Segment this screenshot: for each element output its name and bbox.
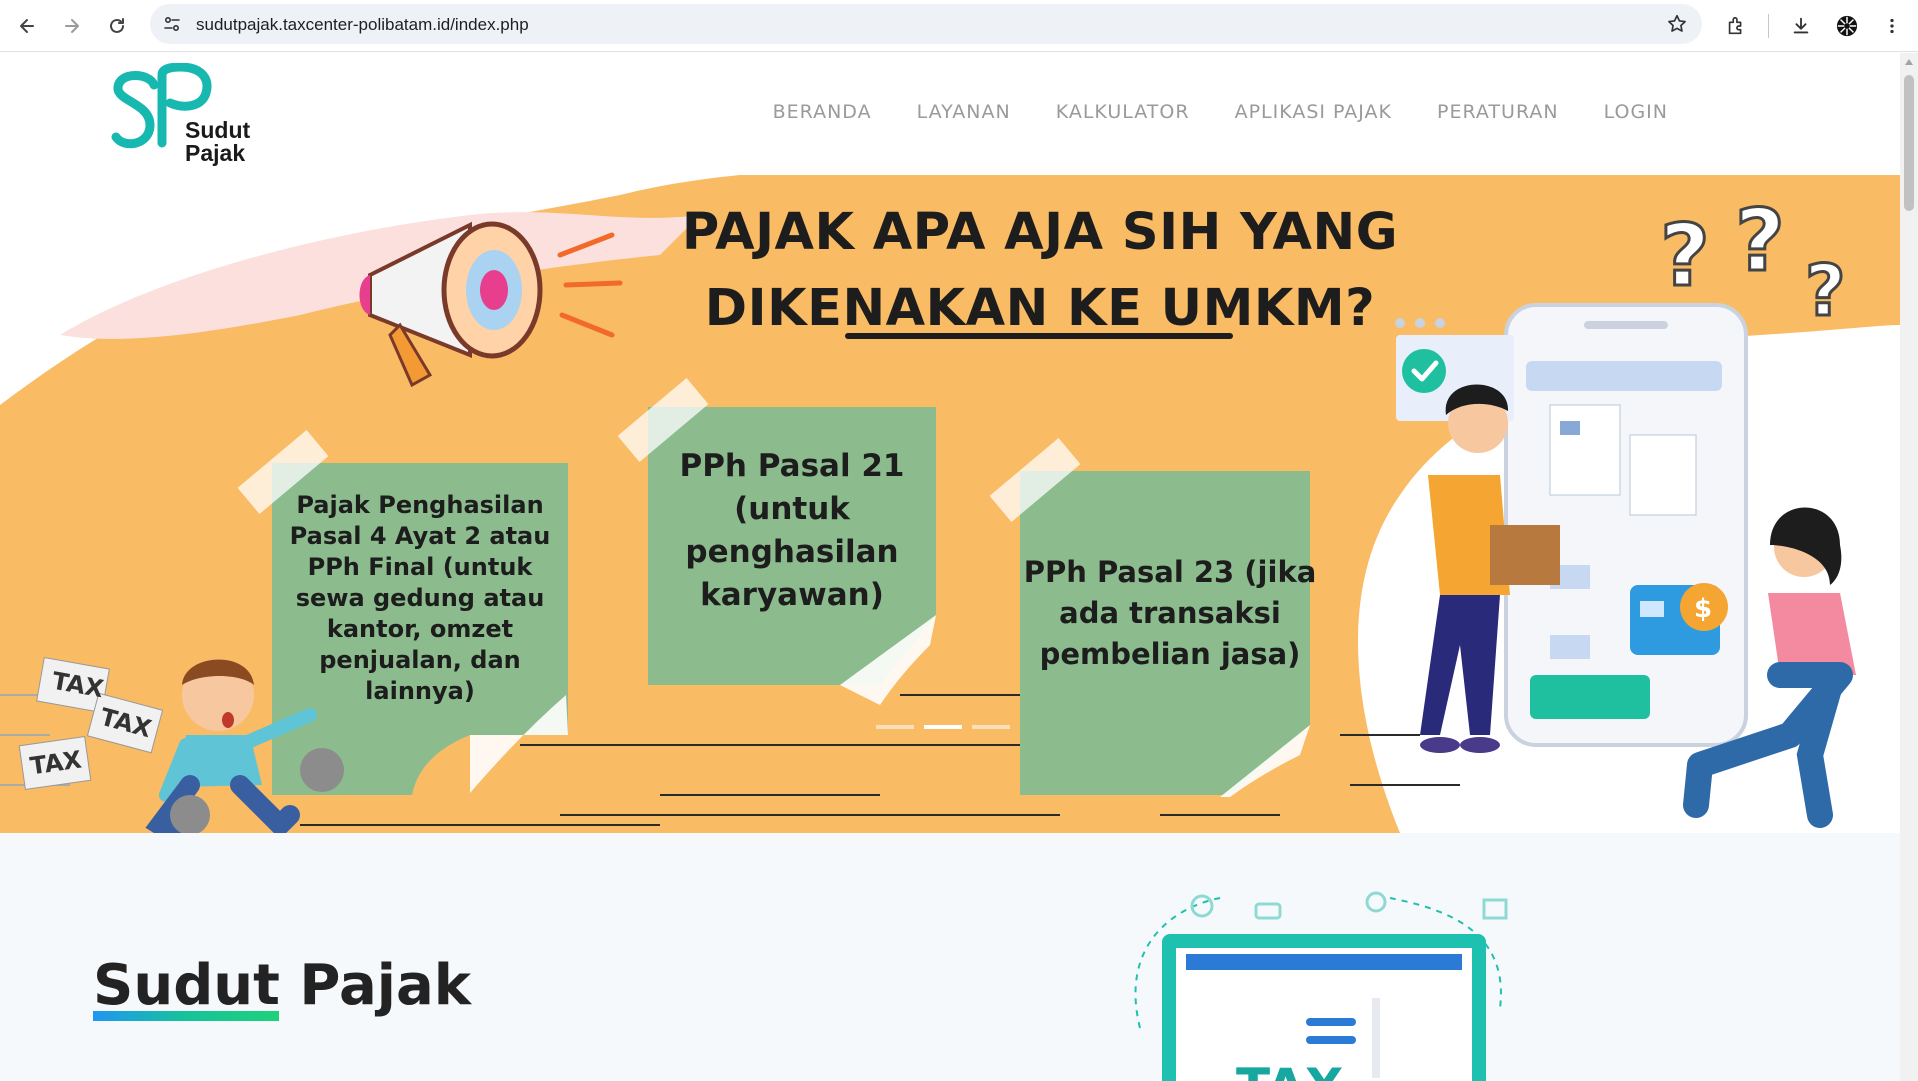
site-header: SP Sudut Pajak BERANDA LAYANAN KALKULATO… — [0, 53, 1900, 175]
extensions-icon[interactable] — [1720, 10, 1752, 42]
hero-title: PAJAK APA AJA SIH YANG DIKENAKAN KE UMKM… — [640, 195, 1440, 347]
svg-text:?: ? — [1735, 191, 1785, 291]
bookmark-star-icon[interactable] — [1666, 13, 1688, 35]
page-scrollbar[interactable] — [1900, 53, 1918, 1081]
browser-toolbar: sudutpajak.taxcenter-polibatam.id/index.… — [0, 0, 1918, 52]
download-icon[interactable] — [1785, 10, 1817, 42]
nav-kalkulator[interactable]: KALKULATOR — [1056, 101, 1190, 123]
main-nav: BERANDA LAYANAN KALKULATOR APLIKASI PAJA… — [773, 101, 1668, 123]
carousel-indicator-2[interactable] — [924, 725, 962, 729]
nav-login[interactable]: LOGIN — [1604, 101, 1668, 123]
more-menu-icon[interactable] — [1876, 10, 1908, 42]
tax-laptop-illustration — [1134, 891, 1508, 1081]
page-viewport: SP Sudut Pajak BERANDA LAYANAN KALKULATO… — [0, 53, 1900, 1081]
logo-line-2: Pajak — [185, 140, 246, 166]
about-section: Sudut Pajak TAX — [0, 833, 1900, 1081]
note-pph-23: PPh Pasal 23 (jika ada transaksi pembeli… — [1023, 554, 1317, 671]
hero-title-line-1: PAJAK APA AJA SIH YANG — [681, 203, 1399, 262]
about-title: Sudut Pajak — [93, 953, 471, 1018]
profile-avatar-icon[interactable] — [1831, 10, 1863, 42]
reload-icon[interactable] — [100, 9, 134, 43]
svg-text:$: $ — [1694, 594, 1712, 624]
site-info-icon[interactable] — [160, 12, 184, 36]
hero-title-underline — [845, 333, 1233, 339]
tax-screen-text: TAX — [1236, 1058, 1343, 1081]
toolbar-separator — [1768, 14, 1769, 38]
hero-carousel[interactable]: ? ? ? $ PAJAK APA AJA SIH YANG DIKENAKAN… — [0, 175, 1900, 833]
address-bar[interactable]: sudutpajak.taxcenter-polibatam.id/index.… — [150, 4, 1702, 44]
logo-wordmark: Sudut Pajak — [185, 119, 250, 165]
back-icon[interactable] — [10, 9, 44, 43]
logo-line-1: Sudut — [185, 117, 251, 143]
forward-icon[interactable] — [55, 9, 89, 43]
nav-peraturan[interactable]: PERATURAN — [1437, 101, 1559, 123]
url-text[interactable]: sudutpajak.taxcenter-polibatam.id/index.… — [196, 15, 529, 35]
scroll-up-arrow[interactable] — [1905, 59, 1913, 65]
note-pph-21: PPh Pasal 21 (untuk penghasilan karyawan… — [679, 448, 905, 613]
carousel-indicators — [876, 725, 1010, 729]
nav-aplikasi-pajak[interactable]: APLIKASI PAJAK — [1235, 101, 1392, 123]
note-pph-final: Pajak Penghasilan Pasal 4 Ayat 2 atau PP… — [289, 490, 551, 705]
svg-text:?: ? — [1805, 250, 1846, 332]
scrollbar-thumb[interactable] — [1904, 75, 1914, 211]
nav-layanan[interactable]: LAYANAN — [917, 101, 1011, 123]
carousel-indicator-3[interactable] — [972, 725, 1010, 729]
svg-text:?: ? — [1660, 206, 1710, 306]
nav-beranda[interactable]: BERANDA — [773, 101, 872, 123]
carousel-indicator-1[interactable] — [876, 725, 914, 729]
